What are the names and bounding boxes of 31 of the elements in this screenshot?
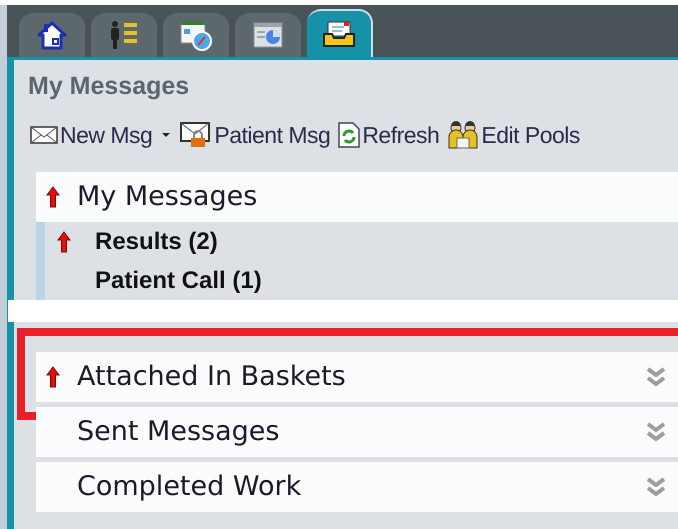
calendar-clock-icon bbox=[179, 19, 213, 51]
toolbar-button[interactable]: Refresh bbox=[338, 118, 442, 152]
double-chevron-icon[interactable] bbox=[646, 366, 666, 388]
tab[interactable] bbox=[91, 13, 157, 57]
section-header[interactable]: Sent Messages bbox=[36, 407, 678, 457]
up-arrow-icon bbox=[57, 230, 71, 252]
section-header[interactable]: Attached In Baskets bbox=[36, 352, 678, 402]
refresh-icon bbox=[338, 122, 360, 148]
up-arrow-icon bbox=[46, 366, 60, 388]
chart-window-icon bbox=[252, 20, 284, 50]
toolbar-button[interactable]: Patient Msg bbox=[180, 118, 332, 152]
toolbar-button[interactable]: New Msg bbox=[30, 118, 174, 152]
tab[interactable] bbox=[19, 13, 85, 57]
toolbar-button[interactable]: Edit Pools bbox=[447, 118, 582, 152]
envelope-icon bbox=[30, 126, 58, 144]
inbox-icon bbox=[322, 20, 356, 48]
section-header[interactable]: My Messages bbox=[36, 172, 678, 222]
people-document-icon bbox=[447, 121, 480, 149]
home-icon bbox=[36, 20, 68, 50]
tab[interactable] bbox=[307, 9, 373, 57]
envelope-lock-icon bbox=[180, 122, 212, 148]
double-chevron-icon[interactable] bbox=[646, 421, 666, 443]
page-title: My Messages bbox=[27, 71, 190, 98]
tab[interactable] bbox=[235, 13, 301, 57]
up-arrow-icon bbox=[46, 186, 60, 208]
section-header[interactable]: Completed Work bbox=[36, 462, 678, 512]
tab[interactable] bbox=[163, 13, 229, 57]
caret-icon bbox=[160, 131, 172, 139]
message-folder[interactable]: Results (2) bbox=[45, 222, 678, 261]
message-folder[interactable]: Patient Call (1) bbox=[45, 261, 678, 300]
double-chevron-icon[interactable] bbox=[646, 476, 666, 498]
